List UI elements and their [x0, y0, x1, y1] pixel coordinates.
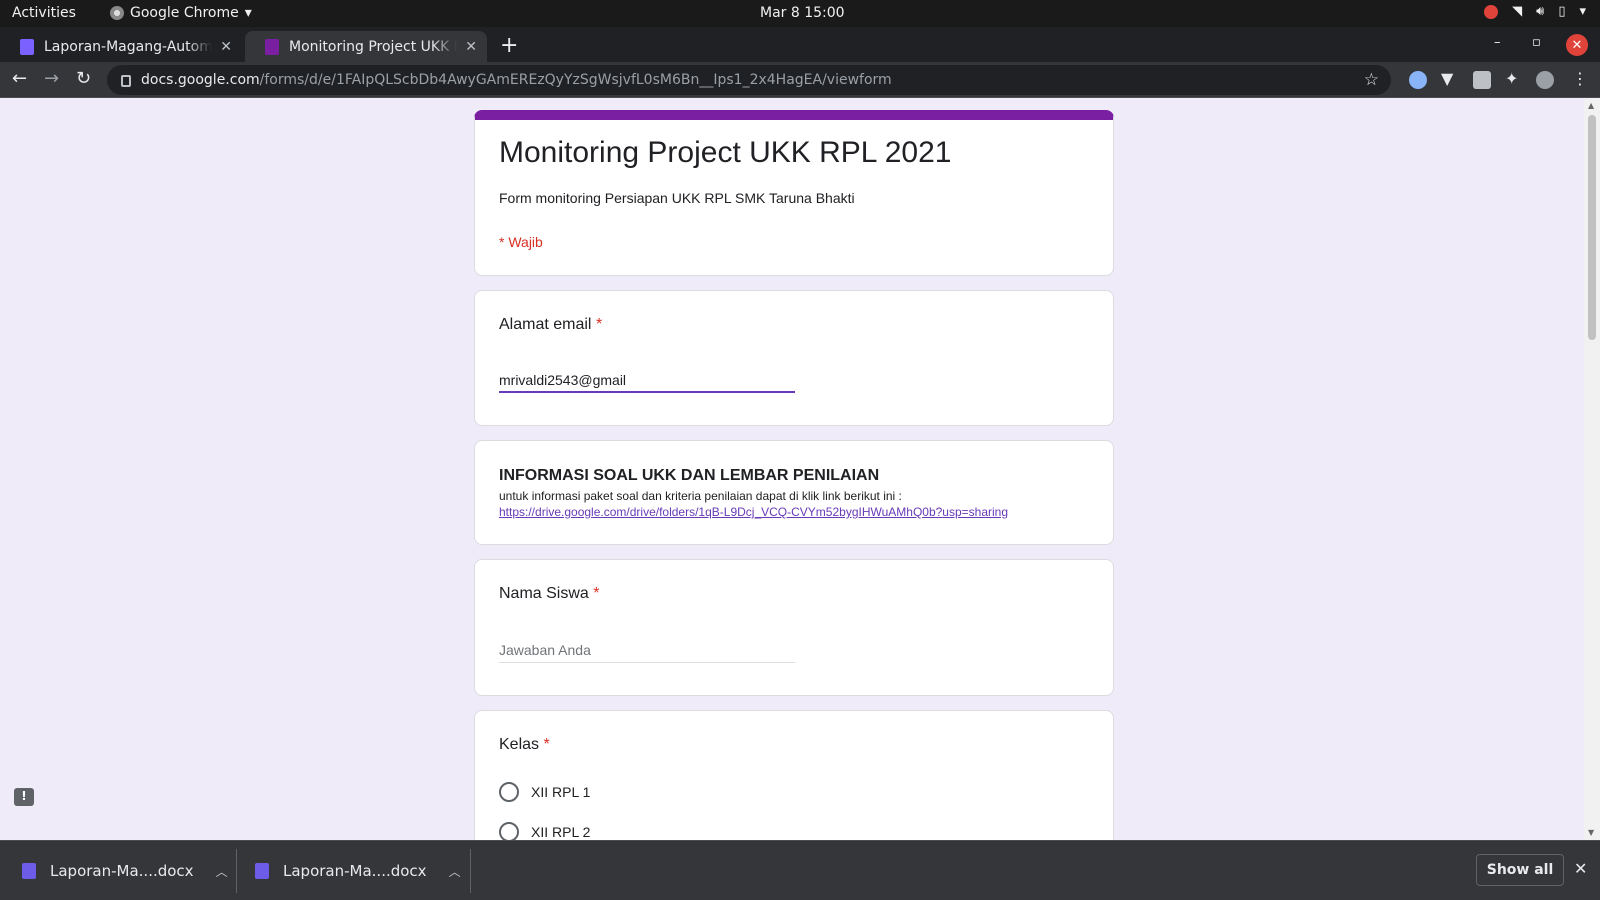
- extensions-puzzle-icon[interactable]: ✦: [1505, 69, 1518, 88]
- tab-title: Laporan-Magang-Automa: [44, 38, 213, 55]
- battery-icon: ▯: [1558, 4, 1566, 19]
- question-label: Alamat email: [499, 316, 592, 333]
- chevron-up-icon[interactable]: ︿: [216, 863, 228, 880]
- app-menu[interactable]: Google Chrome ▾: [110, 5, 252, 21]
- page-content: Monitoring Project UKK RPL 2021 Form mon…: [0, 98, 1584, 840]
- form-header-card: Monitoring Project UKK RPL 2021 Form mon…: [474, 110, 1114, 276]
- info-section-card: INFORMASI SOAL UKK DAN LEMBAR PENILAIAN …: [474, 440, 1114, 545]
- download-filename: Laporan-Ma....docx: [283, 862, 427, 880]
- radio-option-xii-rpl-2[interactable]: XII RPL 2: [499, 822, 590, 840]
- close-icon[interactable]: ✕: [465, 39, 477, 55]
- scrollbar[interactable]: ▲ ▼: [1584, 98, 1600, 840]
- divider: [470, 849, 471, 893]
- question-title: Kelas *: [499, 736, 550, 754]
- download-bar: Laporan-Ma....docx ︿ Laporan-Ma....docx …: [0, 840, 1600, 900]
- question-label: Nama Siswa: [499, 585, 589, 602]
- tab-laporan[interactable]: Laporan-Magang-Automa ✕: [0, 31, 242, 62]
- app-name: Google Chrome: [130, 5, 239, 21]
- scroll-up-icon[interactable]: ▲: [1588, 101, 1594, 110]
- question-title: Alamat email *: [499, 316, 602, 334]
- page-title: Monitoring Project UKK RPL 2021: [499, 136, 952, 169]
- required-asterisk: *: [593, 585, 600, 602]
- section-heading: INFORMASI SOAL UKK DAN LEMBAR PENILAIAN: [499, 467, 880, 484]
- radio-option-xii-rpl-1[interactable]: XII RPL 1: [499, 782, 590, 802]
- chrome-icon: [110, 6, 124, 20]
- bookmark-star-icon[interactable]: ☆: [1364, 70, 1379, 90]
- url-host: docs.google.com: [141, 72, 260, 88]
- tab-strip: Laporan-Magang-Automa ✕ Monitoring Proje…: [0, 27, 1600, 62]
- radio-button[interactable]: [499, 822, 519, 840]
- scroll-down-icon[interactable]: ▼: [1588, 828, 1594, 837]
- extension-icon[interactable]: [1409, 71, 1427, 89]
- tab-title: Monitoring Project UKK R: [289, 38, 458, 55]
- chevron-up-icon[interactable]: ︿: [449, 863, 461, 880]
- forward-icon[interactable]: →: [44, 68, 59, 89]
- volume-icon: 🔊︎: [1536, 4, 1545, 19]
- vue-devtools-icon[interactable]: ▼: [1441, 69, 1453, 88]
- email-question-card: Alamat email *: [474, 290, 1114, 426]
- tab-monitoring[interactable]: Monitoring Project UKK R ✕: [245, 31, 487, 62]
- system-top-bar: Activities Google Chrome ▾ Mar 8 15:00 ◥…: [0, 0, 1600, 27]
- wifi-icon: ◥: [1512, 4, 1523, 19]
- option-label: XII RPL 1: [531, 784, 591, 800]
- close-icon[interactable]: ✕: [220, 39, 232, 55]
- close-icon[interactable]: ✕: [1574, 859, 1587, 878]
- section-text: untuk informasi paket soal dan kriteria …: [499, 489, 902, 503]
- required-asterisk: *: [543, 736, 550, 753]
- scrollbar-thumb[interactable]: [1588, 115, 1596, 340]
- download-item[interactable]: Laporan-Ma....docx ︿: [255, 841, 461, 900]
- reload-icon[interactable]: ↻: [76, 68, 91, 89]
- show-all-button[interactable]: Show all: [1476, 854, 1564, 886]
- browser-toolbar: ← → ↻ docs.google.com/forms/d/e/1FAIpQLS…: [0, 62, 1600, 98]
- forms-icon: [265, 38, 279, 55]
- address-bar[interactable]: docs.google.com/forms/d/e/1FAIpQLScbDb4A…: [107, 65, 1391, 95]
- download-filename: Laporan-Ma....docx: [50, 862, 194, 880]
- minimize-button[interactable]: –: [1494, 35, 1501, 50]
- radio-button[interactable]: [499, 782, 519, 802]
- class-question-card: Kelas * XII RPL 1 XII RPL 2: [474, 710, 1114, 840]
- required-note: * Wajib: [499, 234, 543, 250]
- chevron-down-icon: ▾: [1579, 4, 1586, 19]
- system-tray[interactable]: ◥ 🔊︎ ▯ ▾: [1484, 4, 1586, 19]
- question-title: Nama Siswa *: [499, 585, 600, 603]
- activities-button[interactable]: Activities: [12, 5, 76, 21]
- required-asterisk: *: [595, 316, 603, 333]
- question-label: Kelas: [499, 736, 540, 753]
- notification-icon[interactable]: [1484, 4, 1499, 19]
- url-path: /forms/d/e/1FAIpQLScbDb4AwyGAmEREzQyYzSg…: [259, 72, 892, 88]
- feedback-icon[interactable]: !: [14, 788, 34, 806]
- divider: [236, 849, 237, 893]
- clock[interactable]: Mar 8 15:00: [760, 5, 845, 21]
- chevron-down-icon: ▾: [244, 5, 252, 21]
- name-field[interactable]: [499, 637, 795, 663]
- drive-link[interactable]: https://drive.google.com/drive/folders/1…: [499, 505, 1008, 519]
- window-close-button[interactable]: ✕: [1566, 34, 1588, 56]
- docx-file-icon: [22, 863, 36, 879]
- back-icon[interactable]: ←: [12, 68, 27, 89]
- lock-icon[interactable]: [121, 75, 131, 87]
- name-question-card: Nama Siswa *: [474, 559, 1114, 696]
- download-item[interactable]: Laporan-Ma....docx ︿: [22, 841, 228, 900]
- new-tab-button[interactable]: +: [500, 33, 518, 58]
- menu-icon[interactable]: ⋮: [1572, 69, 1588, 88]
- extension-icon[interactable]: [1473, 71, 1491, 89]
- avatar[interactable]: [1536, 71, 1554, 89]
- docs-icon: [20, 38, 34, 55]
- email-field[interactable]: [499, 369, 795, 393]
- form-description: Form monitoring Persiapan UKK RPL SMK Ta…: [499, 190, 855, 206]
- restore-button[interactable]: ▫: [1532, 35, 1541, 50]
- docx-file-icon: [255, 863, 269, 879]
- option-label: XII RPL 2: [531, 824, 591, 840]
